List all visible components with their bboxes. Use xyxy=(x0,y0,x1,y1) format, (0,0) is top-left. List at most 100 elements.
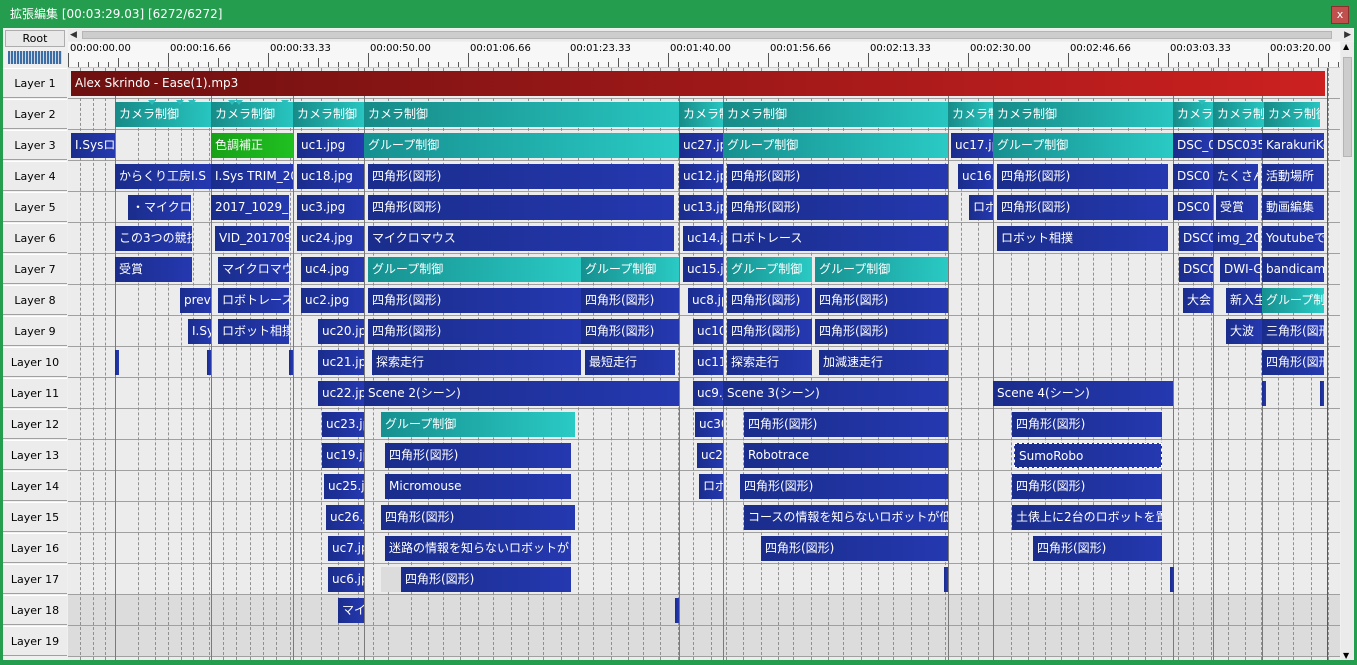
timeline-object-clip[interactable] xyxy=(1170,567,1174,592)
timeline-object-clip[interactable]: 四角形(図形) xyxy=(1033,536,1162,561)
layer-row[interactable] xyxy=(68,626,1340,657)
timeline-object-clip[interactable]: 四角形(図形) xyxy=(727,319,812,344)
keyframe-marker-icon[interactable] xyxy=(281,100,289,105)
timeline-object-clip[interactable]: 四角形(図形) xyxy=(581,288,679,313)
timeline-object-clip[interactable]: uc30 xyxy=(695,412,723,437)
timeline-object-clip[interactable]: Youtubeで xyxy=(1262,226,1324,251)
timeline-object-clip[interactable]: uc19.jpg xyxy=(322,443,364,468)
timeline-object-clip[interactable]: 加減速走行 xyxy=(819,350,948,375)
timeline-object-clip[interactable]: uc12.jpg xyxy=(679,164,723,189)
timeline-object-clip[interactable] xyxy=(1262,381,1266,406)
layer-label[interactable]: Layer 2 xyxy=(3,99,67,129)
camera-control-clip[interactable]: カメラ制御 xyxy=(948,102,993,127)
group-control-clip[interactable]: グループ制御 xyxy=(581,257,679,282)
scroll-left-icon[interactable]: ◀ xyxy=(70,29,77,41)
timeline-object-clip[interactable]: 迷路の情報を知らないロボットが自分で xyxy=(385,536,571,561)
timeline-object-clip[interactable]: マイ xyxy=(338,598,364,623)
layer-label[interactable]: Layer 19 xyxy=(3,626,67,656)
camera-control-clip[interactable]: カメラ制御 xyxy=(293,102,364,127)
timeline-object-clip[interactable]: 四角形(図形) xyxy=(381,505,575,530)
root-button[interactable]: Root xyxy=(5,30,65,47)
layer-label[interactable]: Layer 4 xyxy=(3,161,67,191)
group-control-clip[interactable]: グループ制御 xyxy=(993,133,1173,158)
timeline-object-clip[interactable]: img_20 xyxy=(1213,226,1258,251)
timeline-object-clip[interactable]: uc15.jpg xyxy=(683,257,723,282)
timeline-object-clip[interactable]: Scene 3(シーン) xyxy=(723,381,948,406)
layer-label[interactable]: Layer 6 xyxy=(3,223,67,253)
timeline-object-clip[interactable]: I.Sysロゴ xyxy=(71,133,115,158)
timeline-object-clip[interactable]: uc1.jpg xyxy=(297,133,364,158)
timeline-object-clip[interactable]: 四角形(図形) xyxy=(740,474,948,499)
camera-control-clip[interactable]: カメラ制御 xyxy=(679,102,723,127)
timeline-object-clip[interactable]: 最短走行 xyxy=(585,350,675,375)
timeline-object-clip[interactable]: uc10 xyxy=(693,319,723,344)
timeline-object-clip[interactable]: uc3.jpg xyxy=(297,195,364,220)
timeline-object-clip[interactable]: Robotrace xyxy=(744,443,948,468)
camera-control-clip[interactable]: カメラ制御 xyxy=(115,102,211,127)
timeline-object-clip[interactable]: ロボトレース xyxy=(218,288,289,313)
timeline-object-clip[interactable]: uc8.jpg xyxy=(688,288,723,313)
timeline-object-clip[interactable]: bandicam xyxy=(1262,257,1324,282)
layer-label[interactable]: Layer 3 xyxy=(3,130,67,160)
timeline-object-clip[interactable]: 四角形(図形) xyxy=(368,164,674,189)
timeline-object-clip[interactable]: 四角形(図形) xyxy=(761,536,948,561)
timeline-object-clip[interactable]: uc2.jpg xyxy=(301,288,364,313)
keyframe-marker-icon[interactable] xyxy=(176,100,184,105)
horizontal-scrollbar[interactable]: ◀ ▶ xyxy=(68,29,1353,41)
layer-label[interactable]: Layer 15 xyxy=(3,502,67,532)
timeline-object-clip[interactable]: prev xyxy=(180,288,211,313)
timeline-track-area[interactable]: Alex Skrindo - Ease(1).mp3 カメラ制御 カメラ制御 カメラ制… xyxy=(68,68,1340,660)
timeline-object-clip[interactable]: uc18.jpg xyxy=(297,164,364,189)
timeline-object-clip[interactable]: uc17.jpg xyxy=(951,133,993,158)
timeline-object-clip[interactable]: この3つの競技 xyxy=(115,226,192,251)
camera-control-clip[interactable]: カメラ制御 xyxy=(993,102,1173,127)
timeline-object-clip[interactable]: 探索走行 xyxy=(727,350,812,375)
timeline-object-clip[interactable] xyxy=(115,350,119,375)
timeline-object-clip[interactable]: I.Sys TRIM_201 xyxy=(211,164,293,189)
vertical-scroll-thumb[interactable] xyxy=(1343,57,1352,157)
camera-control-clip[interactable]: カメラ制御 xyxy=(1173,102,1213,127)
timeline-object-clip[interactable]: uc9.jpg xyxy=(693,381,723,406)
close-button[interactable]: x xyxy=(1331,6,1349,24)
timeline-object-clip[interactable]: 受賞 xyxy=(1216,195,1258,220)
timeline-object-clip[interactable]: 四角形(図形) xyxy=(368,288,581,313)
keyframe-marker-icon[interactable] xyxy=(1198,100,1206,105)
layer-label[interactable]: Layer 17 xyxy=(3,564,67,594)
timeline-object-clip[interactable]: からくり工房I.S xyxy=(115,164,211,189)
time-ruler[interactable]: 00:00:00.00 00:00:16.66 00:00:33.33 00:00:5… xyxy=(68,42,1340,68)
timeline-object-clip[interactable]: 四角形(図形) xyxy=(744,412,948,437)
timeline-object-clip[interactable]: uc23.jpg xyxy=(322,412,364,437)
timeline-object-clip[interactable]: ロボット相撲 xyxy=(997,226,1168,251)
layer-label[interactable]: Layer 5 xyxy=(3,192,67,222)
timeline-object-clip[interactable]: I.Sy xyxy=(188,319,211,344)
horizontal-scroll-thumb[interactable] xyxy=(82,31,1332,39)
scroll-down-icon[interactable]: ▼ xyxy=(1343,651,1349,660)
timeline-object-clip[interactable]: DSC0 xyxy=(1173,195,1213,220)
layer-label[interactable]: Layer 11 xyxy=(3,378,67,408)
group-control-clip[interactable]: グループ制御 xyxy=(727,257,812,282)
timeline-object-clip[interactable]: 四角形(図形) xyxy=(727,195,948,220)
timeline-object-clip[interactable]: 新入生 xyxy=(1226,288,1262,313)
group-control-clip[interactable]: グループ制御 xyxy=(1262,288,1324,313)
timeline-object-clip[interactable]: ・マイクロマウ xyxy=(128,195,191,220)
timeline-object-clip[interactable]: 三角形(図形 xyxy=(1262,319,1324,344)
timeline-object-clip[interactable]: DSC_0 xyxy=(1173,133,1213,158)
layer-label[interactable]: Layer 13 xyxy=(3,440,67,470)
camera-control-clip[interactable]: カメラ制御 xyxy=(211,102,293,127)
timeline-object-clip[interactable]: uc22.jpg xyxy=(318,381,364,406)
timeline-object-clip[interactable]: 四角形(図形) xyxy=(1012,412,1162,437)
timeline-object-clip[interactable]: uc4.jpg xyxy=(301,257,364,282)
keyframe-marker-icon[interactable] xyxy=(148,100,156,105)
timeline-object-clip[interactable]: DWI-G xyxy=(1220,257,1260,282)
timeline-object-clip[interactable]: uc24.jpg xyxy=(297,226,364,251)
timeline-object-clip[interactable]: 色調補正 xyxy=(211,133,293,158)
layer-label[interactable]: Layer 16 xyxy=(3,533,67,563)
timeline-object-clip[interactable]: uc27.jpg xyxy=(679,133,723,158)
layer-label[interactable]: Layer 9 xyxy=(3,316,67,346)
layer-row[interactable] xyxy=(68,564,1340,595)
timeline-object-clip[interactable]: たくさんの xyxy=(1213,164,1258,189)
scroll-right-icon[interactable]: ▶ xyxy=(1344,29,1351,41)
timeline-object-clip[interactable] xyxy=(207,350,211,375)
layer-label[interactable]: Layer 1 xyxy=(3,68,67,98)
timeline-object-clip[interactable]: 四角形(図形) xyxy=(997,195,1168,220)
